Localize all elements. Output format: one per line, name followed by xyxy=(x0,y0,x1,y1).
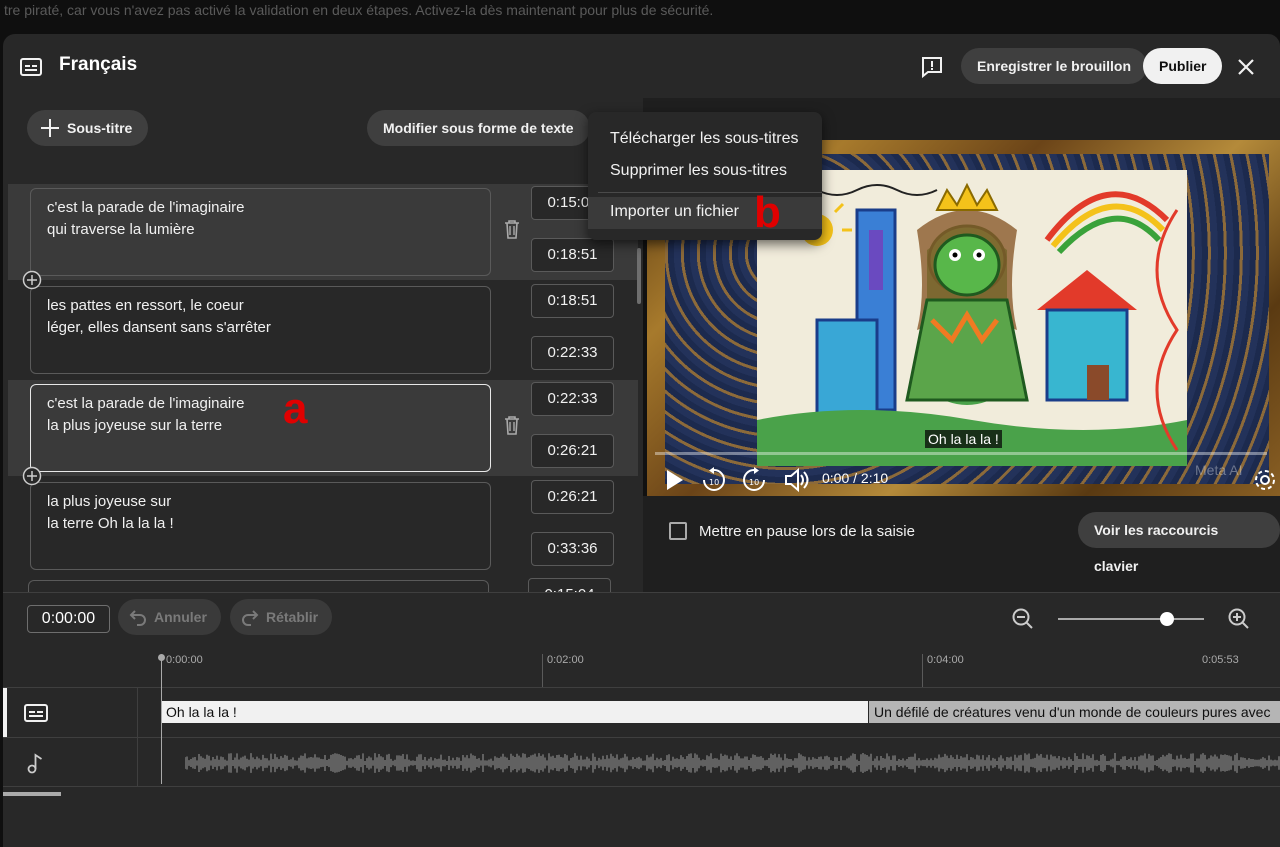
caption-row: c'est la parade de l'imaginaire 0:15:04 xyxy=(8,576,638,592)
annotation-b: b xyxy=(754,188,781,237)
subtitle-editor-dialog: Français Enregistrer le brouillon Publie… xyxy=(3,34,1280,847)
caption-segment[interactable]: Un défilé de créatures venu d'un monde d… xyxy=(869,701,1280,723)
caption-row: les pattes en ressort, le coeur léger, e… xyxy=(8,282,638,378)
caption-text-field[interactable]: c'est la parade de l'imaginaire qui trav… xyxy=(30,188,491,276)
forward-10-icon[interactable]: 10 xyxy=(741,466,767,494)
save-draft-button[interactable]: Enregistrer le brouillon xyxy=(961,48,1148,84)
start-time-field[interactable]: 0:26:21 xyxy=(531,480,614,514)
add-subtitle-button[interactable]: Sous-titre xyxy=(27,110,149,146)
redo-label: Rétablir xyxy=(266,609,319,625)
zoom-slider-track[interactable] xyxy=(1058,618,1204,620)
ruler-tick: 0:05:53 xyxy=(1202,654,1239,666)
ruler-tick: 0:00:00 xyxy=(161,654,203,688)
caption-text-field[interactable]: c'est la parade de l'imaginaire la plus … xyxy=(30,384,491,472)
rewind-10-icon[interactable]: 10 xyxy=(701,466,727,494)
caption-list-panel: Sous-titre Modifier sous forme de texte … xyxy=(3,98,643,592)
ruler-tick: 0:02:00 xyxy=(542,654,584,688)
subtitles-track-icon xyxy=(24,704,48,722)
video-progress-bar[interactable] xyxy=(655,452,1267,455)
caption-text-field[interactable]: c'est la parade de l'imaginaire xyxy=(28,580,489,592)
music-note-icon xyxy=(27,753,42,774)
caption-list-scrollbar[interactable] xyxy=(637,248,641,304)
edit-as-text-button[interactable]: Modifier sous forme de texte xyxy=(367,110,590,146)
menu-item-import-file[interactable]: Importer un fichier xyxy=(588,197,822,229)
publish-button[interactable]: Publier xyxy=(1143,48,1223,84)
caption-segment[interactable]: Oh la la la ! xyxy=(161,701,868,723)
settings-gear-icon[interactable] xyxy=(1253,466,1277,494)
caption-row: c'est la parade de l'imaginaire qui trav… xyxy=(8,184,638,280)
start-time-field[interactable]: 0:22:33 xyxy=(531,382,614,416)
video-caption-overlay: Oh la la la ! xyxy=(925,430,1002,448)
track-divider xyxy=(137,688,138,737)
page-title: Français xyxy=(59,54,138,75)
menu-divider xyxy=(598,192,822,193)
redo-icon xyxy=(242,610,259,626)
menu-item-download-subtitles[interactable]: Télécharger les sous-titres xyxy=(588,124,822,156)
menu-item-delete-subtitles[interactable]: Supprimer les sous-titres xyxy=(588,156,822,188)
pause-while-typing-label: Mettre en pause lors de la saisie xyxy=(699,522,915,540)
trash-icon[interactable] xyxy=(501,218,523,240)
zoom-out-icon[interactable] xyxy=(1011,607,1035,631)
end-time-field[interactable]: 0:33:36 xyxy=(531,532,614,566)
caption-list: c'est la parade de l'imaginaire qui trav… xyxy=(8,184,640,592)
pause-while-typing-checkbox[interactable] xyxy=(669,522,687,540)
active-track-indicator xyxy=(3,688,7,738)
audio-track xyxy=(3,737,1280,787)
zoom-in-icon[interactable] xyxy=(1227,607,1251,631)
more-options-menu: Télécharger les sous-titres Supprimer le… xyxy=(588,112,822,240)
video-time: 0:00 / 2:10 xyxy=(822,470,889,486)
security-banner: tre piraté, car vous n'avez pas activé l… xyxy=(4,2,714,18)
end-time-field[interactable]: 0:22:33 xyxy=(531,336,614,370)
end-time-field[interactable]: 0:18:51 xyxy=(531,238,614,272)
feedback-icon[interactable] xyxy=(919,54,945,80)
pause-while-typing-option[interactable]: Mettre en pause lors de la saisie xyxy=(669,522,915,540)
close-icon[interactable] xyxy=(1233,54,1259,80)
caption-row: la plus joyeuse sur la terre Oh la la la… xyxy=(8,478,638,574)
undo-icon xyxy=(129,610,146,626)
playhead[interactable] xyxy=(161,658,162,784)
caption-row: c'est la parade de l'imaginaire la plus … xyxy=(8,380,638,476)
video-watermark: Meta AI xyxy=(1195,462,1243,478)
annotation-a: a xyxy=(283,384,308,433)
keyboard-shortcuts-button[interactable]: Voir les raccourcis clavier xyxy=(1078,512,1280,574)
add-subtitle-label: Sous-titre xyxy=(67,120,133,136)
play-icon[interactable] xyxy=(663,466,687,494)
insert-caption-icon[interactable] xyxy=(22,466,42,486)
timeline-horizontal-scrollbar[interactable] xyxy=(3,792,61,796)
redo-button[interactable]: Rétablir xyxy=(230,599,333,635)
start-time-field[interactable]: 0:15:04 xyxy=(528,578,611,592)
zoom-slider-thumb[interactable] xyxy=(1160,612,1174,626)
plus-icon xyxy=(41,119,59,137)
playhead-handle[interactable] xyxy=(158,654,165,661)
track-divider xyxy=(137,738,138,786)
trash-icon[interactable] xyxy=(501,414,523,436)
ruler-tick: 0:04:00 xyxy=(922,654,964,688)
audio-waveform xyxy=(185,753,1280,773)
insert-caption-icon[interactable] xyxy=(22,270,42,290)
volume-icon[interactable] xyxy=(783,466,809,494)
caption-text-field[interactable]: la plus joyeuse sur la terre Oh la la la… xyxy=(30,482,491,570)
dialog-header: Français Enregistrer le brouillon Publie… xyxy=(3,34,1280,98)
caption-track: Oh la la la ! Un défilé de créatures ven… xyxy=(3,687,1280,738)
caption-text-field[interactable]: les pattes en ressort, le coeur léger, e… xyxy=(30,286,491,374)
end-time-field[interactable]: 0:26:21 xyxy=(531,434,614,468)
timeline-ruler[interactable]: 0:00:00 0:02:00 0:04:00 0:05:53 xyxy=(3,644,1280,688)
start-time-field[interactable]: 0:18:51 xyxy=(531,284,614,318)
undo-button[interactable]: Annuler xyxy=(118,599,221,635)
svg-text:10: 10 xyxy=(749,478,759,487)
svg-text:10: 10 xyxy=(709,478,719,487)
undo-label: Annuler xyxy=(154,609,207,625)
subtitles-icon xyxy=(20,58,42,76)
timecode-field[interactable]: 0:00:00 xyxy=(27,605,110,633)
timeline-toolbar: 0:00:00 Annuler Rétablir xyxy=(3,592,1280,644)
